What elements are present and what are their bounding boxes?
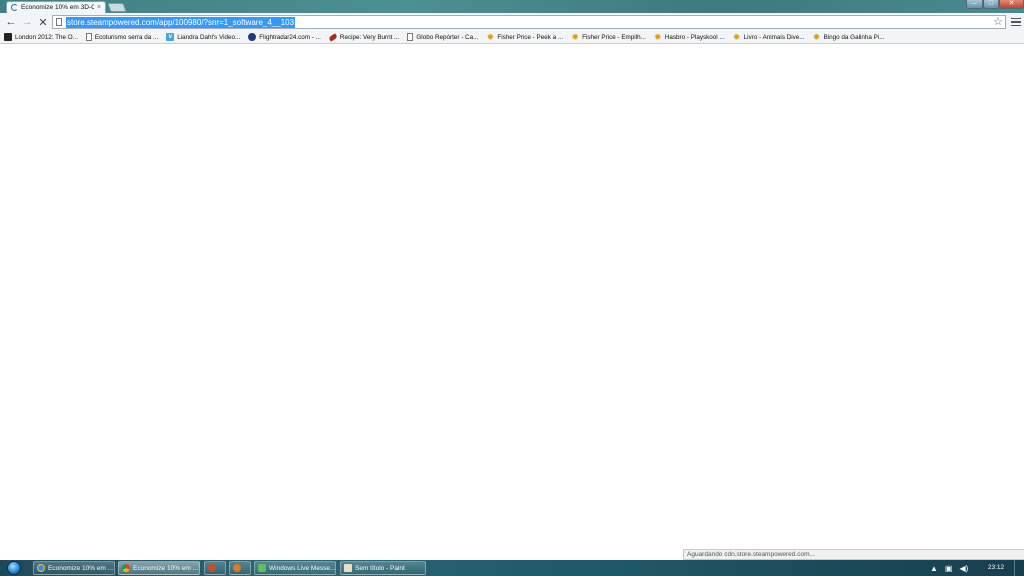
chrome-menu-button[interactable] (1010, 15, 1022, 29)
bookmark-item[interactable]: ✹ Bingo da Galinha Pi... (812, 32, 885, 42)
globe-icon (248, 33, 257, 41)
bookmark-label: London 2012: The O... (15, 33, 78, 41)
system-tray: ▲ ▣ ◀) (930, 560, 968, 576)
bookmark-item[interactable]: Globo Repórter - Ca... (407, 33, 478, 41)
app-icon (208, 564, 216, 572)
bookmark-item[interactable]: ✹ Livro - Animais Dive... (732, 32, 805, 42)
taskbar-clock[interactable]: 23:12 (985, 560, 1007, 576)
loading-spinner-icon (11, 4, 18, 11)
tab-title: Economize 10% em 3D-Co (21, 4, 94, 11)
taskbar-item-label: Windows Live Messe... (269, 564, 336, 572)
network-icon[interactable]: ▣ (945, 564, 953, 573)
bookmark-item[interactable]: v Liandra Dahl's Video... (166, 33, 240, 41)
star-icon: ✹ (812, 32, 821, 42)
bookmark-item[interactable]: Flightradar24.com - ... (248, 33, 321, 41)
page-content (0, 45, 1024, 560)
bookmark-label: Livro - Animais Dive... (743, 33, 805, 41)
chrome-icon (122, 564, 130, 572)
bookmark-item[interactable]: Ecoturismo serra da ... (85, 33, 159, 41)
bookmark-star-icon[interactable]: ☆ (993, 16, 1003, 28)
tab-close-icon[interactable]: × (97, 4, 101, 11)
show-hidden-icons-icon[interactable]: ▲ (930, 564, 938, 573)
bookmark-label: Liandra Dahl's Video... (177, 33, 241, 41)
taskbar-item[interactable]: Economize 10% em ... (118, 561, 200, 575)
taskbar-item[interactable]: Windows Live Messe... (254, 561, 336, 575)
maximize-button[interactable]: □ (983, 0, 999, 9)
show-desktop-button[interactable] (1014, 560, 1024, 576)
bookmark-label: Fisher Price - Empilh... (582, 33, 646, 41)
address-bar[interactable]: store.steampowered.com/app/100980/?snr=1… (52, 15, 1006, 29)
window-titlebar: Economize 10% em 3D-Co × – □ ✕ (0, 0, 1024, 13)
taskbar-item-label: Economize 10% em ... (48, 564, 114, 572)
vimeo-icon: v (166, 33, 175, 41)
bookmark-label: Recipe: Very Burnt ... (339, 33, 400, 41)
minimize-button[interactable]: – (966, 0, 983, 9)
messenger-icon (258, 564, 266, 572)
bookmark-label: Bingo da Galinha Pi... (823, 33, 885, 41)
taskbar-item[interactable]: Sem título - Paint (340, 561, 426, 575)
ie-icon (37, 564, 45, 572)
bookmark-item[interactable]: ✹ Fisher Price - Peek a ... (486, 32, 564, 42)
taskbar-item[interactable] (229, 561, 251, 575)
star-icon: ✹ (732, 32, 741, 42)
bookmark-item[interactable]: ✹ Fisher Price - Empilh... (571, 32, 646, 42)
menu-bar-line (1011, 21, 1021, 23)
leaf-icon (328, 32, 338, 42)
menu-bar-line (1011, 24, 1021, 27)
bookmarks-bar: London 2012: The O... Ecoturismo serra d… (0, 31, 1024, 44)
london-icon (4, 33, 12, 41)
start-button[interactable] (3, 560, 25, 576)
page-icon (407, 33, 414, 41)
stop-loading-button[interactable]: ✕ (35, 14, 51, 30)
status-bubble: Aguardando cdn.store.steampowered.com... (683, 549, 1024, 560)
firefox-icon (233, 564, 241, 572)
star-icon: ✹ (654, 32, 662, 42)
bookmark-item[interactable]: ✹ Hasbro - Playskool ... (654, 32, 725, 42)
windows-logo-icon (7, 561, 21, 575)
windows-taskbar: Economize 10% em ... Economize 10% em ..… (0, 560, 1024, 576)
star-icon: ✹ (571, 32, 579, 42)
bookmark-item[interactable]: Recipe: Very Burnt ... (328, 32, 400, 42)
new-tab-button[interactable] (107, 3, 127, 12)
bookmark-label: Ecoturismo serra da ... (94, 33, 159, 41)
page-icon (85, 33, 92, 41)
close-window-button[interactable]: ✕ (999, 0, 1024, 9)
taskbar-item-label: Sem título - Paint (355, 564, 405, 572)
bookmark-label: Flightradar24.com - ... (259, 33, 321, 41)
menu-bar-line (1011, 17, 1021, 20)
taskbar-item-label: Economize 10% em ... (133, 564, 199, 572)
paint-icon (344, 564, 352, 572)
bookmark-label: Hasbro - Playskool ... (664, 33, 725, 41)
volume-icon[interactable]: ◀) (959, 564, 968, 573)
browser-tab[interactable]: Economize 10% em 3D-Co × (6, 1, 106, 13)
bookmark-label: Fisher Price - Peek a ... (497, 33, 564, 41)
forward-button[interactable]: → (19, 14, 35, 30)
address-url[interactable]: store.steampowered.com/app/100980/?snr=1… (66, 16, 296, 28)
bookmark-item[interactable]: London 2012: The O... (4, 33, 78, 41)
star-icon: ✹ (486, 32, 495, 42)
page-icon (56, 18, 62, 26)
browser-toolbar: ← → ✕ store.steampowered.com/app/100980/… (0, 13, 1024, 31)
back-button[interactable]: ← (3, 14, 19, 30)
bookmark-label: Globo Repórter - Ca... (416, 33, 479, 41)
taskbar-item[interactable] (204, 561, 226, 575)
taskbar-item[interactable]: Economize 10% em ... (33, 561, 115, 575)
